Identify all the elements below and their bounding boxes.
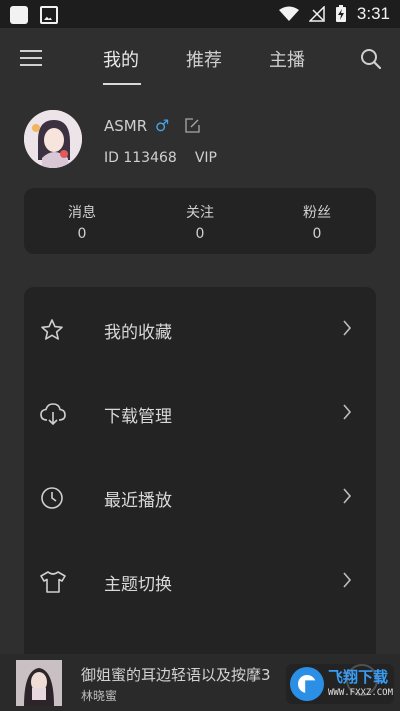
no-signal-icon xyxy=(308,6,325,22)
watermark-url: WWW.FXXZ.COM xyxy=(328,688,394,698)
stat-messages[interactable]: 消息 0 xyxy=(42,202,122,242)
chevron-right-icon xyxy=(343,320,352,336)
user-id-row: ID 113468 VIP xyxy=(104,150,217,166)
menu-item-downloads[interactable]: 下载管理 xyxy=(24,371,376,455)
menu-item-favorites[interactable]: 我的收藏 xyxy=(24,287,376,371)
top-nav: 我的 推荐 主播 xyxy=(0,28,400,90)
stat-value: 0 xyxy=(77,226,87,242)
active-tab-indicator xyxy=(103,83,141,85)
edit-icon[interactable] xyxy=(185,118,200,133)
stat-value: 0 xyxy=(195,226,205,242)
tshirt-icon xyxy=(40,571,66,593)
menu-item-label: 下载管理 xyxy=(104,407,172,427)
vip-label: VIP xyxy=(194,150,217,166)
clock-time: 3:31 xyxy=(356,4,390,23)
menu-item-label: 最近播放 xyxy=(104,491,172,511)
tab-mine[interactable]: 我的 xyxy=(103,46,139,72)
menu-item-label: 我的收藏 xyxy=(104,323,172,343)
battery-charging-icon xyxy=(335,5,346,22)
stat-following[interactable]: 关注 0 xyxy=(160,202,240,242)
hamburger-menu-icon[interactable] xyxy=(20,50,42,66)
chevron-right-icon xyxy=(343,488,352,504)
menu-item-recent[interactable]: 最近播放 xyxy=(24,455,376,539)
wifi-icon xyxy=(278,6,299,21)
stat-value: 0 xyxy=(312,226,322,242)
avatar[interactable] xyxy=(24,110,82,168)
tab-anchor[interactable]: 主播 xyxy=(269,46,305,72)
image-notification-icon xyxy=(40,6,58,24)
notification-square-icon xyxy=(10,6,28,24)
track-artist: 林晓蜜 xyxy=(81,689,118,703)
search-icon[interactable] xyxy=(360,48,382,70)
male-gender-icon: ♂ xyxy=(155,116,170,135)
tab-recommend[interactable]: 推荐 xyxy=(186,46,222,72)
stat-label: 关注 xyxy=(186,205,214,221)
star-icon xyxy=(41,319,63,340)
stat-label: 消息 xyxy=(68,205,96,221)
menu-item-theme[interactable]: 主题切换 xyxy=(24,539,376,623)
chevron-right-icon xyxy=(343,404,352,420)
stat-label: 粉丝 xyxy=(303,205,331,221)
stat-fans[interactable]: 粉丝 0 xyxy=(277,202,357,242)
clock-icon xyxy=(41,487,63,509)
menu-item-label: 主题切换 xyxy=(104,575,172,595)
stats-panel: 消息 0 关注 0 粉丝 0 xyxy=(24,188,376,254)
watermark-logo: 飞翔下载 WWW.FXXZ.COM xyxy=(286,664,394,704)
status-bar: 3:31 xyxy=(0,0,400,28)
user-id: ID 113468 xyxy=(104,150,177,166)
watermark-badge-icon xyxy=(290,667,324,701)
chevron-right-icon xyxy=(343,572,352,588)
watermark-title: 飞翔下载 xyxy=(328,668,389,686)
menu-card: 我的收藏 下载管理 最近播放 主题切换 xyxy=(24,287,376,667)
username: ASMR xyxy=(104,117,148,135)
track-title: 御姐蜜的耳边轻语以及按摩3 xyxy=(81,666,271,684)
track-cover-image[interactable] xyxy=(16,660,62,706)
cloud-download-icon xyxy=(40,403,66,426)
